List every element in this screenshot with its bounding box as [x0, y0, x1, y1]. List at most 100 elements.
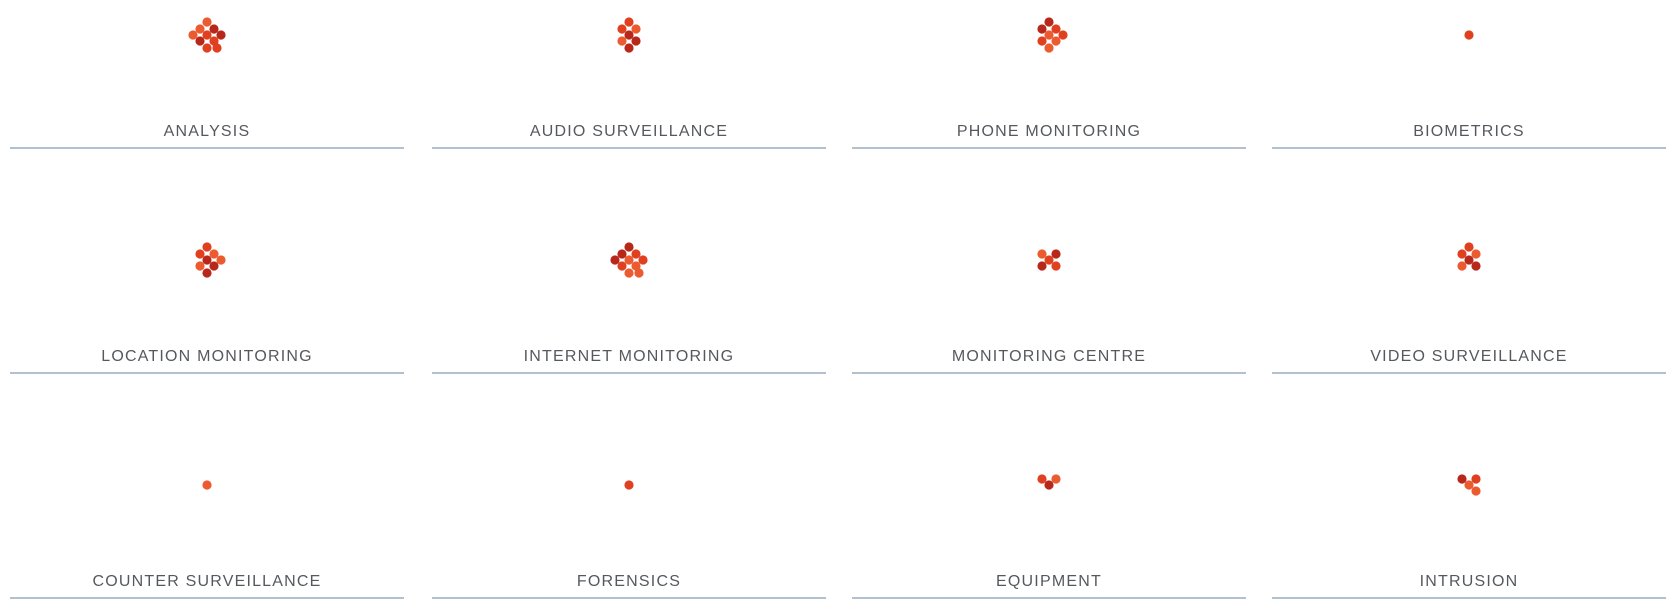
cluster-dot	[1457, 474, 1467, 484]
cluster-dot	[1457, 261, 1467, 271]
cluster-dot	[1044, 480, 1054, 490]
cluster-dot	[1051, 36, 1061, 46]
category-label-forensics: FORENSICS	[576, 573, 682, 590]
equipment-dot-cluster-icon	[852, 450, 1246, 550]
category-grid: ANALYSIS AUDIO SURVEILLANCE PHONE MONITO…	[0, 0, 1669, 601]
category-tile-analysis[interactable]: ANALYSIS	[10, 0, 404, 150]
category-label-equipment: EQUIPMENT	[996, 573, 1102, 590]
category-divider	[10, 372, 404, 374]
category-label-audio-surveillance: AUDIO SURVEILLANCE	[529, 123, 729, 140]
cluster-dot	[1037, 36, 1047, 46]
cluster-dot	[624, 480, 634, 490]
category-label-internet-monitoring: INTERNET MONITORING	[523, 348, 735, 365]
biometrics-dot-cluster-icon	[1272, 0, 1666, 100]
category-tile-phone-monitoring[interactable]: PHONE MONITORING	[852, 0, 1246, 150]
cluster-dot	[624, 242, 634, 252]
cluster-dot	[1464, 242, 1474, 252]
cluster-dot	[1464, 255, 1474, 265]
category-tile-biometrics[interactable]: BIOMETRICS	[1272, 0, 1666, 150]
cluster-dot	[634, 268, 644, 278]
cluster-dot	[617, 249, 627, 259]
category-tile-location-monitoring[interactable]: LOCATION MONITORING	[10, 225, 404, 375]
cluster-dot	[1471, 486, 1481, 496]
cluster-dot	[209, 24, 219, 34]
category-divider	[1272, 372, 1666, 374]
category-label-monitoring-centre: MONITORING CENTRE	[951, 348, 1147, 365]
cluster-dot	[1464, 30, 1474, 40]
dot-cluster-svg	[1037, 17, 1068, 53]
category-tile-forensics[interactable]: FORENSICS	[432, 450, 826, 600]
cluster-dot	[1037, 24, 1047, 34]
cluster-dot	[624, 255, 634, 265]
cluster-dot	[212, 43, 222, 53]
cluster-dot	[202, 17, 212, 27]
cluster-dot	[216, 255, 226, 265]
cluster-dot	[195, 24, 205, 34]
dot-cluster-svg	[195, 242, 226, 278]
cluster-dot	[1051, 474, 1061, 484]
category-label-analysis: ANALYSIS	[163, 123, 251, 140]
cluster-dot	[202, 480, 212, 490]
dot-cluster-svg	[1037, 474, 1061, 490]
cluster-dot	[1051, 261, 1061, 271]
category-divider	[10, 147, 404, 149]
category-tile-intrusion[interactable]: INTRUSION	[1272, 450, 1666, 600]
cluster-dot	[1044, 255, 1054, 265]
category-divider	[432, 597, 826, 599]
cluster-dot	[209, 261, 219, 271]
cluster-dot	[1058, 30, 1068, 40]
category-divider	[852, 597, 1246, 599]
dot-cluster-svg	[188, 17, 226, 53]
cluster-dot	[624, 43, 634, 53]
cluster-dot	[195, 36, 205, 46]
cluster-dot	[617, 261, 627, 271]
category-divider	[1272, 597, 1666, 599]
analysis-dot-cluster-icon	[10, 0, 404, 100]
counter-surveillance-dot-cluster-icon	[10, 450, 404, 550]
dot-cluster-svg	[1464, 30, 1474, 40]
category-label-video-surveillance: VIDEO SURVEILLANCE	[1370, 348, 1568, 365]
dot-cluster-svg	[202, 480, 212, 490]
cluster-dot	[202, 242, 212, 252]
cluster-dot	[188, 30, 198, 40]
category-tile-monitoring-centre[interactable]: MONITORING CENTRE	[852, 225, 1246, 375]
dot-cluster-svg	[1457, 242, 1481, 271]
category-tile-video-surveillance[interactable]: VIDEO SURVEILLANCE	[1272, 225, 1666, 375]
dot-cluster-svg	[1037, 249, 1061, 271]
category-tile-counter-surveillance[interactable]: COUNTER SURVEILLANCE	[10, 450, 404, 600]
cluster-dot	[1037, 249, 1047, 259]
cluster-dot	[617, 24, 627, 34]
cluster-dot	[1044, 43, 1054, 53]
cluster-dot	[202, 255, 212, 265]
video-surveillance-dot-cluster-icon	[1272, 225, 1666, 325]
category-label-biometrics: BIOMETRICS	[1413, 123, 1525, 140]
cluster-dot	[1037, 261, 1047, 271]
category-tile-audio-surveillance[interactable]: AUDIO SURVEILLANCE	[432, 0, 826, 150]
cluster-dot	[195, 249, 205, 259]
cluster-dot	[1051, 249, 1061, 259]
cluster-dot	[1457, 249, 1467, 259]
cluster-dot	[1471, 249, 1481, 259]
category-label-intrusion: INTRUSION	[1419, 573, 1519, 590]
category-label-location-monitoring: LOCATION MONITORING	[101, 348, 313, 365]
cluster-dot	[617, 36, 627, 46]
location-monitoring-dot-cluster-icon	[10, 225, 404, 325]
category-tile-internet-monitoring[interactable]: INTERNET MONITORING	[432, 225, 826, 375]
cluster-dot	[1044, 17, 1054, 27]
cluster-dot	[202, 268, 212, 278]
cluster-dot	[1471, 261, 1481, 271]
forensics-dot-cluster-icon	[432, 450, 826, 550]
category-divider	[432, 372, 826, 374]
cluster-dot	[610, 255, 620, 265]
category-label-phone-monitoring: PHONE MONITORING	[956, 123, 1142, 140]
cluster-dot	[202, 30, 212, 40]
monitoring-centre-dot-cluster-icon	[852, 225, 1246, 325]
cluster-dot	[1464, 480, 1474, 490]
cluster-dot	[1044, 30, 1054, 40]
cluster-dot	[631, 24, 641, 34]
dot-cluster-svg	[624, 480, 634, 490]
cluster-dot	[631, 36, 641, 46]
category-tile-equipment[interactable]: EQUIPMENT	[852, 450, 1246, 600]
cluster-dot	[209, 249, 219, 259]
cluster-dot	[1051, 24, 1061, 34]
